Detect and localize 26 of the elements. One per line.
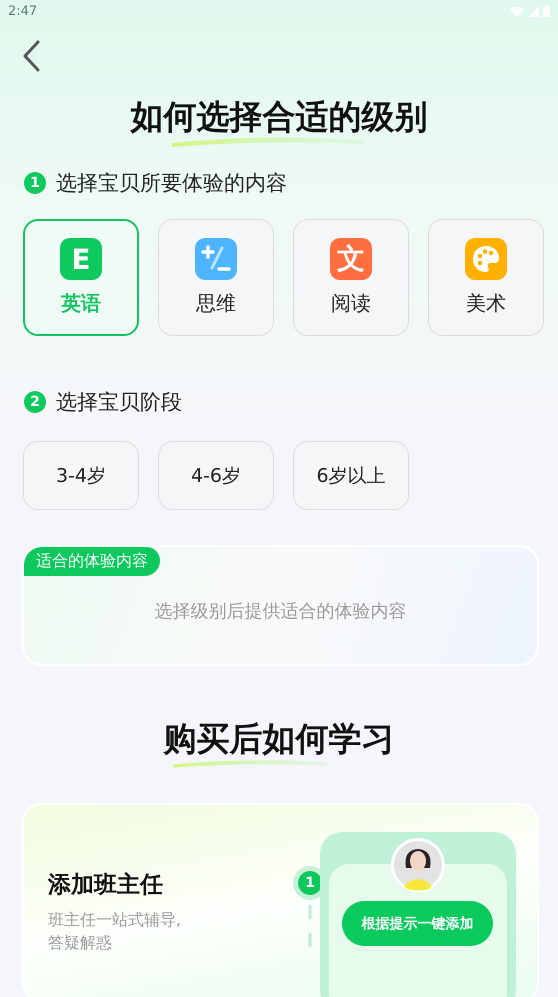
step-title: 添加班主任	[48, 871, 164, 900]
character-icon: 文	[330, 238, 372, 280]
signal-icon	[528, 6, 539, 16]
step-label: 选择宝贝阶段	[56, 389, 182, 416]
step-number-badge: 1	[24, 172, 46, 194]
subject-option[interactable]: 美术	[428, 219, 544, 336]
page-title: 如何选择合适的级别	[130, 100, 428, 134]
step-number-badge: 1	[298, 871, 322, 895]
age-option[interactable]: 4-6岁	[158, 441, 274, 510]
back-button[interactable]	[22, 40, 40, 72]
step-number-badge: 2	[24, 391, 46, 413]
wifi-icon	[510, 6, 524, 16]
step-label: 选择宝贝所要体验的内容	[56, 170, 287, 197]
palette-icon	[465, 238, 507, 280]
subject-option[interactable]: 思维	[158, 219, 274, 336]
card-tag: 适合的体验内容	[24, 547, 160, 576]
math-symbols-icon	[195, 238, 237, 280]
age-option[interactable]: 3-4岁	[23, 441, 139, 510]
letter-icon: E	[60, 238, 102, 280]
status-time: 2:47	[8, 4, 38, 18]
step-description: 班主任一站式辅导, 答疑解惑	[48, 909, 182, 954]
section-title: 购买后如何学习	[164, 722, 394, 756]
battery-icon	[543, 5, 550, 17]
age-option[interactable]: 6岁以上	[293, 441, 409, 510]
subject-option[interactable]: 文 阅读	[293, 219, 409, 336]
placeholder-text: 选择级别后提供适合的体验内容	[154, 600, 408, 623]
